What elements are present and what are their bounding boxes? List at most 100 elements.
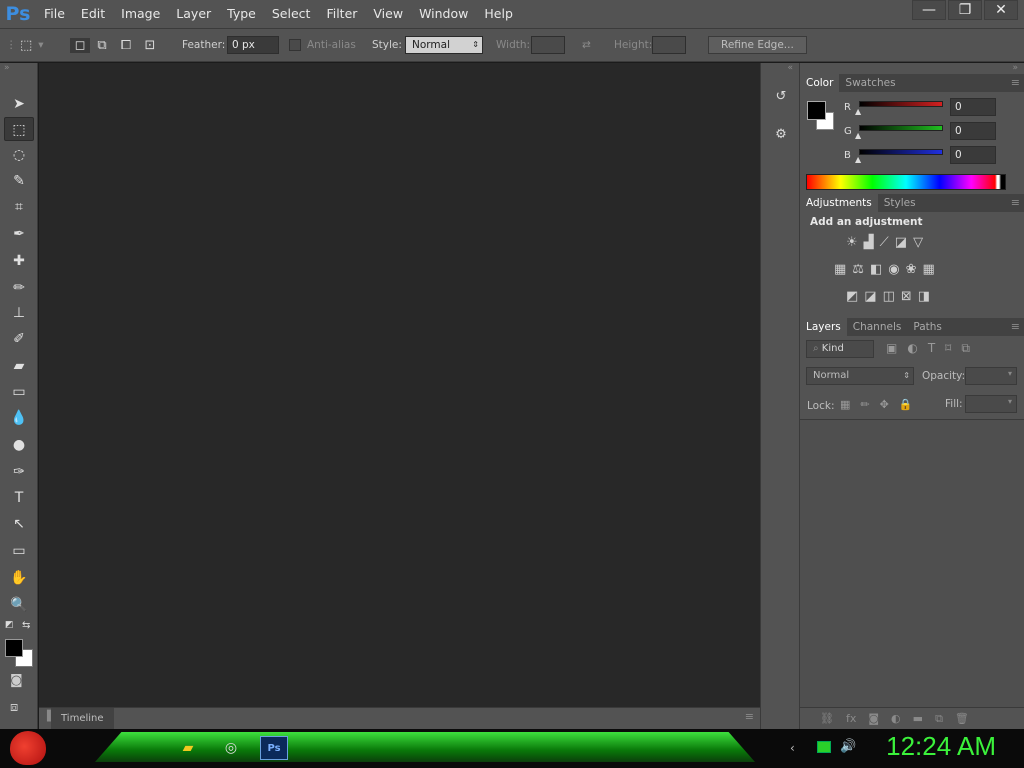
channel-slider-b[interactable] <box>859 149 943 155</box>
color-lookup-icon[interactable]: ▦ <box>923 262 935 277</box>
screen-mode-icon[interactable]: ⧈ <box>10 700 18 715</box>
restore-button[interactable]: ❐ <box>948 0 982 20</box>
quick-mask-icon[interactable]: ◙ <box>10 673 23 688</box>
brightness-contrast-icon[interactable]: ☀ <box>846 235 858 250</box>
panel-menu-icon[interactable]: ≡ <box>1011 320 1020 333</box>
foreground-color-swatch[interactable] <box>5 639 23 657</box>
channel-value-r[interactable]: 0 <box>950 98 996 116</box>
adjustment-filter-icon[interactable]: ◐ <box>907 341 917 356</box>
type-tool[interactable]: T <box>4 486 34 510</box>
gradient-map-icon[interactable]: ⊠ <box>901 289 912 304</box>
menu-image[interactable]: Image <box>113 0 168 28</box>
selective-color-icon[interactable]: ◨ <box>918 289 930 304</box>
timeline-tab[interactable]: Timeline <box>51 708 114 730</box>
healing-brush-tool[interactable]: ✚ <box>4 249 34 273</box>
new-group-icon[interactable]: ▬ <box>913 712 923 725</box>
menu-window[interactable]: Window <box>411 0 476 28</box>
lasso-tool[interactable]: ◌ <box>4 143 34 167</box>
slider-thumb-icon[interactable]: ▲ <box>855 107 861 116</box>
swap-colors-icon[interactable]: ⇆ <box>22 620 30 631</box>
slider-thumb-icon[interactable]: ▲ <box>855 155 861 164</box>
antialias-checkbox[interactable] <box>289 39 301 51</box>
system-clock[interactable]: 12:24 AM <box>886 731 996 762</box>
menu-type[interactable]: Type <box>219 0 264 28</box>
zoom-tool[interactable]: 🔍 <box>4 593 34 617</box>
gradient-tool[interactable]: ▭ <box>4 380 34 404</box>
black-white-icon[interactable]: ◧ <box>870 262 882 277</box>
show-hidden-icons[interactable]: ‹ <box>790 741 795 755</box>
menu-help[interactable]: Help <box>476 0 521 28</box>
menu-file[interactable]: File <box>36 0 73 28</box>
new-fill-layer-icon[interactable]: ◐ <box>891 712 901 725</box>
layers-list[interactable] <box>800 419 1024 707</box>
panel-menu-icon[interactable]: ≡ <box>1011 76 1020 89</box>
lock-pixels-icon[interactable]: ✏ <box>860 398 869 411</box>
shape-filter-icon[interactable]: ⌑ <box>945 341 951 356</box>
quick-selection-tool[interactable]: ✎ <box>4 169 34 193</box>
add-to-selection-icon[interactable]: ⧉ <box>90 38 114 53</box>
delete-layer-icon[interactable]: 🗑 <box>955 712 969 725</box>
threshold-icon[interactable]: ◫ <box>883 289 895 304</box>
close-button[interactable]: ✕ <box>984 0 1018 20</box>
collapse-panels-icon[interactable]: » <box>1012 63 1018 73</box>
tab-paths[interactable]: Paths <box>907 318 948 336</box>
refine-edge-button[interactable]: Refine Edge... <box>708 36 807 54</box>
swap-icon[interactable]: ⇄ <box>582 29 591 61</box>
move-tool[interactable]: ➤ <box>4 92 34 116</box>
volume-icon[interactable]: 🔊 <box>840 739 856 754</box>
crop-tool[interactable]: ⌗ <box>4 195 34 219</box>
chrome-icon[interactable]: ◎ <box>217 736 245 760</box>
exposure-icon[interactable]: ◪ <box>895 235 907 250</box>
rectangular-marquee-tool[interactable]: ⬚ <box>4 117 34 141</box>
tab-adjustments[interactable]: Adjustments <box>800 194 878 212</box>
clone-stamp-tool[interactable]: ⊥ <box>4 301 34 325</box>
tab-layers[interactable]: Layers <box>800 318 847 336</box>
height-input[interactable] <box>652 36 686 54</box>
start-button-bird-icon[interactable] <box>10 731 46 765</box>
tab-channels[interactable]: Channels <box>847 318 908 336</box>
invert-icon[interactable]: ◩ <box>846 289 858 304</box>
menu-layer[interactable]: Layer <box>168 0 219 28</box>
dodge-tool[interactable]: ● <box>4 433 34 457</box>
slider-thumb-icon[interactable]: ▲ <box>855 131 861 140</box>
photoshop-taskbar-icon[interactable]: Ps <box>260 736 288 760</box>
color-balance-icon[interactable]: ⚖ <box>852 262 864 277</box>
tool-preset-picker[interactable]: ⬚ ▾ <box>20 29 44 61</box>
vibrance-icon[interactable]: ▽ <box>913 235 923 250</box>
path-selection-tool[interactable]: ↖ <box>4 512 34 536</box>
color-spectrum-ramp[interactable] <box>806 174 1006 190</box>
intersect-selection-icon[interactable]: ⊡ <box>138 38 162 53</box>
subtract-from-selection-icon[interactable]: ⧠ <box>114 38 138 53</box>
history-panel-icon[interactable]: ↺ <box>771 89 791 109</box>
brush-tool[interactable]: ✏ <box>4 276 34 300</box>
curves-icon[interactable]: ⟋ <box>880 235 889 250</box>
type-filter-icon[interactable]: T <box>928 341 935 356</box>
hand-tool[interactable]: ✋ <box>4 566 34 590</box>
default-colors-icon[interactable]: ◩ <box>5 620 14 630</box>
lock-transparency-icon[interactable]: ▦ <box>840 398 850 411</box>
link-layers-icon[interactable]: ⛓ <box>820 712 834 725</box>
lock-all-icon[interactable]: 🔒 <box>899 398 913 411</box>
new-layer-icon[interactable]: ⧉ <box>935 712 943 726</box>
file-explorer-icon[interactable]: ▰ <box>174 736 202 760</box>
menu-edit[interactable]: Edit <box>73 0 113 28</box>
battery-icon[interactable] <box>817 741 831 753</box>
channel-value-g[interactable]: 0 <box>950 122 996 140</box>
pen-tool[interactable]: ✑ <box>4 460 34 484</box>
channel-mixer-icon[interactable]: ❀ <box>906 262 917 277</box>
fill-input[interactable]: ▾ <box>965 395 1017 413</box>
hue-saturation-icon[interactable]: ▦ <box>834 262 846 277</box>
lock-position-icon[interactable]: ✥ <box>880 398 889 411</box>
channel-slider-r[interactable] <box>859 101 943 107</box>
posterize-icon[interactable]: ◪ <box>864 289 876 304</box>
eyedropper-tool[interactable]: ✒ <box>4 222 34 246</box>
rectangle-tool[interactable]: ▭ <box>4 539 34 563</box>
menu-view[interactable]: View <box>365 0 411 28</box>
photo-filter-icon[interactable]: ◉ <box>888 262 899 277</box>
properties-panel-icon[interactable]: ⚙ <box>771 127 791 147</box>
panel-menu-icon[interactable]: ≡ <box>1011 196 1020 209</box>
menu-select[interactable]: Select <box>264 0 319 28</box>
style-select[interactable]: Normal ⇕ <box>405 36 483 54</box>
color-foreground-swatch[interactable] <box>807 101 826 120</box>
width-input[interactable] <box>531 36 565 54</box>
